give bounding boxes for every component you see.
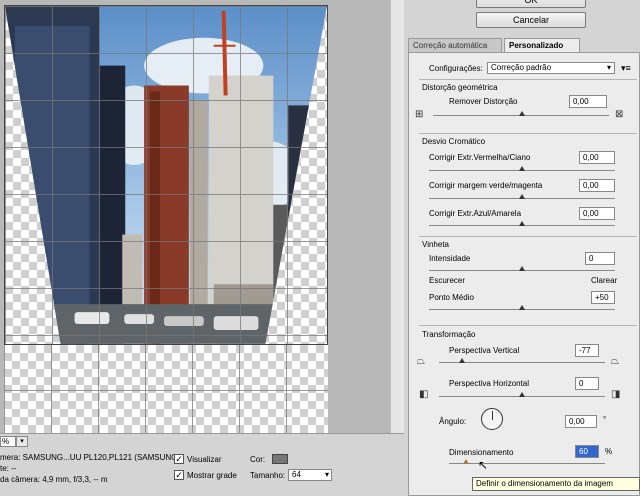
vignette-title: Vinheta xyxy=(422,240,449,249)
lens-info: te: -- xyxy=(0,464,17,473)
settings-menu-icon[interactable]: ▾≡ xyxy=(621,63,631,74)
green-magenta-thumb[interactable] xyxy=(519,194,525,199)
mostrar-grade-checkbox[interactable]: ✓ xyxy=(174,470,184,480)
angle-unit: ° xyxy=(603,415,607,424)
image-preview xyxy=(4,5,328,345)
ok-button[interactable]: OK xyxy=(476,0,586,8)
lighten-label: Clarear xyxy=(591,276,618,285)
scale-slider[interactable] xyxy=(449,463,605,464)
angle-dial-icon[interactable] xyxy=(481,408,503,430)
settings-select[interactable]: Correção padrão ▾ xyxy=(487,62,615,74)
mostrar-grade-label: Mostrar grade xyxy=(187,471,237,480)
pincushion-distortion-icon: ⊠ xyxy=(615,109,624,120)
grid-color-swatch[interactable] xyxy=(272,454,288,464)
geometry-title: Distorção geométrica xyxy=(422,83,498,92)
tamanho-label: Tamanho: xyxy=(250,471,286,480)
remove-distortion-label: Remover Distorção xyxy=(449,97,518,106)
transform-group: Transformação Perspectiva Vertical -77 ⏢… xyxy=(417,325,637,495)
perspective-top-icon: ⏢ xyxy=(417,356,425,367)
chevron-down-icon: ▾ xyxy=(324,470,329,479)
tab-auto-correction[interactable]: Correção automática xyxy=(408,38,502,52)
remove-distortion-input[interactable]: 0,00 xyxy=(569,95,607,108)
midpoint-label: Ponto Médio xyxy=(429,293,474,302)
vertical-scrollbar[interactable] xyxy=(390,0,404,433)
vertical-perspective-input[interactable]: -77 xyxy=(575,344,599,357)
transform-title: Transformação xyxy=(422,330,476,339)
visualizar-label: Visualizar xyxy=(187,455,222,464)
perspective-right-icon: ◨ xyxy=(611,389,621,400)
red-cyan-input[interactable]: 0,00 xyxy=(579,151,615,164)
cor-label: Cor: xyxy=(250,455,266,464)
remove-distortion-thumb[interactable] xyxy=(519,111,525,116)
mouse-cursor-icon: ↖ xyxy=(478,458,489,472)
barrel-distortion-icon: ⊞ xyxy=(415,109,424,120)
scale-unit: % xyxy=(605,447,613,456)
lens-correction-panel: OK Cancelar Correção automática Personal… xyxy=(404,0,640,496)
preview-footer: % ▾ mera: SAMSUNG...UU PL120,PL121 (SAMS… xyxy=(0,433,404,496)
preview-canvas[interactable] xyxy=(0,0,404,433)
camera-info: mera: SAMSUNG...UU PL120,PL121 (SAMSUNG) xyxy=(0,453,181,462)
grid-size-select[interactable]: 64 ▾ xyxy=(288,469,332,481)
cancel-button[interactable]: Cancelar xyxy=(476,12,586,28)
vertical-perspective-thumb[interactable] xyxy=(459,358,465,363)
green-magenta-input[interactable]: 0,00 xyxy=(579,179,615,192)
tooltip: Definir o dimensionamento da imagem xyxy=(472,477,640,491)
vignette-group: Vinheta Intensidade 0 Escurecer Clarear … xyxy=(419,236,637,321)
perspective-bottom-icon: ⏢ xyxy=(611,356,619,367)
vertical-perspective-label: Perspectiva Vertical xyxy=(449,346,520,355)
midpoint-thumb[interactable] xyxy=(519,305,525,310)
visualizar-checkbox[interactable]: ✓ xyxy=(174,454,184,464)
horizontal-perspective-label: Perspectiva Horizontal xyxy=(449,379,530,388)
angle-input[interactable]: 0,00 xyxy=(565,415,597,428)
blue-yellow-thumb[interactable] xyxy=(519,221,525,226)
zoom-dropdown-icon[interactable]: ▾ xyxy=(16,436,28,447)
midpoint-input[interactable]: +50 xyxy=(591,291,615,304)
perspective-left-icon: ◧ xyxy=(419,389,429,400)
darken-label: Escurecer xyxy=(429,276,466,285)
red-cyan-thumb[interactable] xyxy=(519,166,525,171)
chevron-down-icon: ▾ xyxy=(606,63,611,72)
tab-custom[interactable]: Personalizado xyxy=(504,38,580,52)
chromatic-title: Desvio Cromático xyxy=(422,137,486,146)
blue-yellow-label: Corrigir Extr.Azul/Amarela xyxy=(429,209,522,218)
geometry-group: Distorção geométrica Remover Distorção 0… xyxy=(415,79,637,129)
blue-yellow-input[interactable]: 0,00 xyxy=(579,207,615,220)
green-magenta-label: Corrigir margem verde/magenta xyxy=(429,181,543,190)
camera-settings-info: da câmera: 4,9 mm, f/3,3, -- m xyxy=(0,475,108,484)
scale-thumb[interactable] xyxy=(463,459,469,464)
zoom-level[interactable]: % xyxy=(0,436,16,447)
chromatic-group: Desvio Cromático Corrigir Extr.Vermelha/… xyxy=(419,133,637,233)
intensity-thumb[interactable] xyxy=(519,266,525,271)
scale-label: Dimensionamento xyxy=(449,448,514,457)
intensity-input[interactable]: 0 xyxy=(585,252,615,265)
horizontal-perspective-thumb[interactable] xyxy=(519,392,525,397)
intensity-label: Intensidade xyxy=(429,254,471,263)
scale-input[interactable]: 60 xyxy=(575,445,599,458)
custom-settings-panel: Configurações: Correção padrão ▾ ▾≡ Disto… xyxy=(408,52,640,496)
red-cyan-label: Corrigir Extr.Vermelha/Ciano xyxy=(429,153,531,162)
horizontal-perspective-input[interactable]: 0 xyxy=(575,377,599,390)
settings-label: Configurações: xyxy=(429,64,483,73)
angle-label: Ângulo: xyxy=(439,417,467,426)
